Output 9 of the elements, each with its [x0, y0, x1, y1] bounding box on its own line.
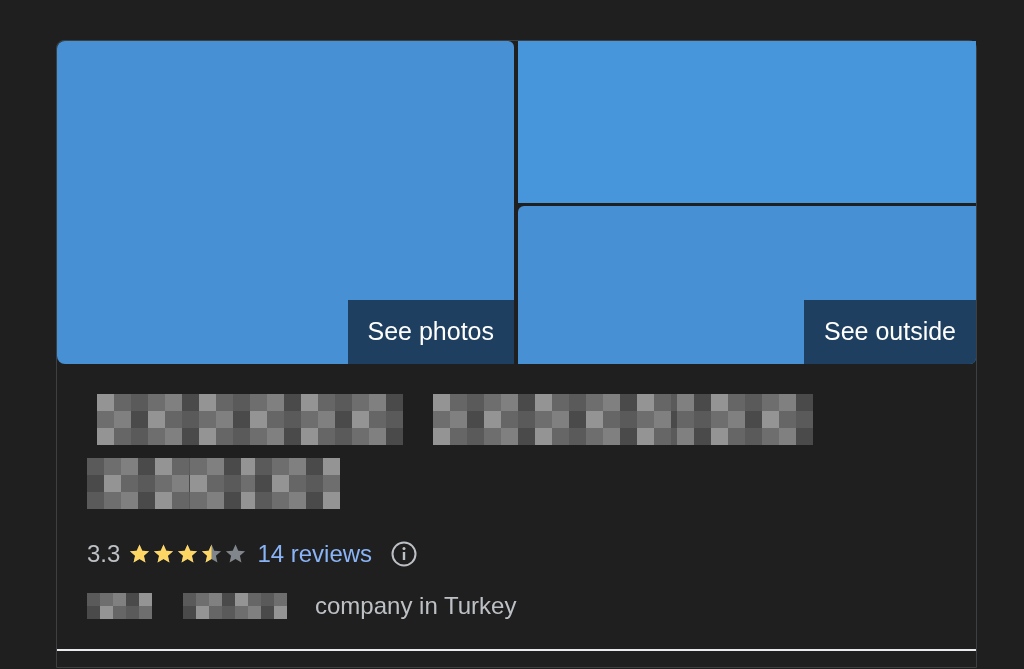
info-icon[interactable]	[390, 540, 419, 568]
photo-tile[interactable]: See photos	[57, 41, 514, 364]
category-text: company in Turkey	[315, 591, 517, 621]
see-photos-button[interactable]: See outside	[803, 300, 976, 364]
see-photos-button[interactable]: See photos	[347, 300, 514, 364]
rating-score: 3.3	[87, 539, 121, 569]
photo-tile[interactable]	[518, 41, 976, 203]
reviews-link[interactable]: 14 reviews	[257, 536, 373, 572]
photo-tile[interactable]: See outside	[518, 206, 976, 364]
